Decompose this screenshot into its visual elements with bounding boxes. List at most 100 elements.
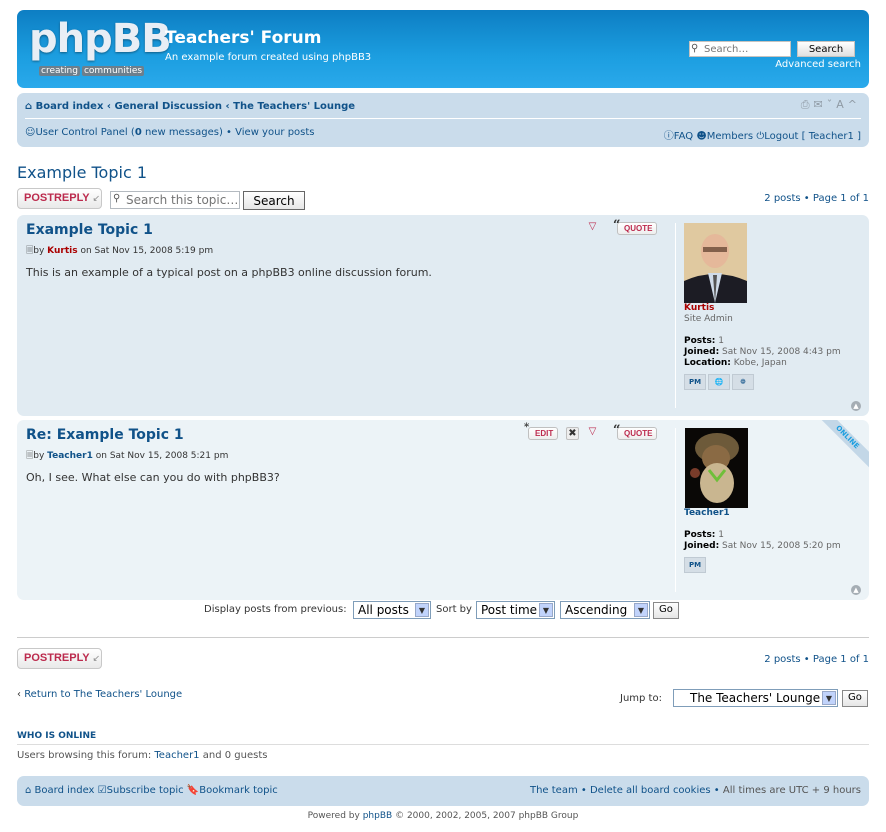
footer-board-index-link[interactable]: Board index: [35, 785, 95, 796]
profile-username[interactable]: Teacher1: [684, 508, 730, 518]
joined-date: Sat Nov 15, 2008 4:43 pm: [722, 347, 841, 357]
header-search-button[interactable]: Search: [797, 41, 855, 57]
who-is-online-text: Users browsing this forum: Teacher1 and …: [17, 750, 267, 761]
print-icon[interactable]: ⎙: [801, 98, 814, 111]
phpbb-logo[interactable]: phpBB creating communities: [29, 16, 172, 80]
avatar[interactable]: [684, 428, 749, 508]
divider: [17, 744, 869, 745]
edit-label: EDIT: [535, 429, 554, 438]
jump-to-select[interactable]: The Teachers' Lounge ▼: [673, 689, 838, 707]
edit-button[interactable]: * EDIT: [524, 422, 559, 440]
post: Example Topic 1 🗏by Kurtis on Sat Nov 15…: [17, 215, 869, 416]
breadcrumb-teachers-lounge[interactable]: The Teachers' Lounge: [233, 101, 355, 112]
faq-icon: ⓘ: [663, 131, 674, 142]
sort-direction-value: Ascending: [565, 603, 628, 617]
breadcrumb-board-index[interactable]: Board index: [36, 101, 104, 112]
quote-button[interactable]: “QUOTE: [613, 423, 658, 440]
faq-link[interactable]: FAQ: [674, 131, 693, 142]
pagination-bottom: 2 posts • Page 1 of 1: [764, 654, 869, 665]
profile-username[interactable]: Kurtis: [684, 303, 714, 313]
delete-cookies-link[interactable]: Delete all board cookies: [590, 785, 711, 796]
jump-go-button[interactable]: Go: [842, 690, 868, 707]
post-date: Sat Nov 15, 2008 5:21 pm: [109, 451, 229, 461]
post-author[interactable]: Kurtis: [47, 246, 77, 256]
avatar[interactable]: [684, 223, 747, 303]
site-title: Teachers' Forum: [165, 28, 322, 48]
post: ONLINE Re: Example Topic 1 🗏by Teacher1 …: [17, 420, 869, 600]
advanced-search-link[interactable]: Advanced search: [775, 59, 861, 70]
new-messages-count[interactable]: 0: [135, 127, 142, 138]
topic-search-button[interactable]: Search: [243, 191, 305, 210]
the-team-link[interactable]: The team: [530, 785, 578, 796]
home-icon: ⌂: [25, 785, 32, 796]
report-icon[interactable]: ▽: [586, 221, 599, 234]
icq-icon[interactable]: ❁: [732, 374, 754, 390]
breadcrumb-separator: ‹: [225, 101, 230, 112]
post-reply-button-top[interactable]: POSTREPLY ↙: [17, 188, 102, 209]
who-is-online-heading[interactable]: WHO IS ONLINE: [17, 731, 96, 741]
report-icon[interactable]: ▽: [586, 426, 599, 439]
logo-tagline-1: creating: [39, 66, 80, 76]
copyright-text: © 2000, 2002, 2005, 2007 phpBB Group: [395, 811, 579, 821]
font-size-toggle[interactable]: ˇA^: [827, 98, 861, 111]
ucp-link[interactable]: User Control Panel: [35, 127, 127, 138]
jump-to-value: The Teachers' Lounge: [690, 691, 821, 705]
back-to-top-icon[interactable]: ▲: [851, 401, 861, 411]
subscribe-topic-link[interactable]: Subscribe topic: [107, 785, 184, 796]
page-tools: ⎙✉ˇA^: [801, 98, 861, 112]
logout-label: Logout: [764, 131, 799, 142]
chevron-down-icon: ▼: [415, 603, 429, 617]
topic-title[interactable]: Example Topic 1: [17, 163, 147, 182]
profile-rank: Site Admin: [684, 314, 733, 324]
chevron-down-icon: ▼: [539, 603, 553, 617]
quote-label: QUOTE: [624, 429, 653, 438]
search-icon: ⚲: [691, 43, 699, 54]
sort-go-button[interactable]: Go: [653, 602, 679, 619]
logo-tagline: creating communities: [39, 66, 146, 76]
topic-search-input[interactable]: [110, 191, 240, 209]
pm-icon[interactable]: PM: [684, 557, 706, 573]
navbar-divider: [25, 118, 861, 119]
logout-link[interactable]: Logout [ Teacher1 ]: [764, 131, 861, 142]
posts-count: 1: [718, 336, 725, 346]
view-your-posts-link[interactable]: View your posts: [235, 127, 314, 138]
bookmark-topic-link[interactable]: Bookmark topic: [199, 785, 278, 796]
members-link[interactable]: Members: [707, 131, 753, 142]
post-title[interactable]: Example Topic 1: [26, 222, 153, 238]
phpbb-link[interactable]: phpBB: [363, 811, 392, 821]
posts-label: Posts:: [684, 336, 716, 346]
online-suffix: and 0 guests: [202, 750, 268, 761]
sort-direction-select[interactable]: Ascending ▼: [560, 601, 650, 619]
new-messages-link[interactable]: new messages: [145, 127, 219, 138]
back-to-top-icon[interactable]: ▲: [851, 585, 861, 595]
return-to-forum-link[interactable]: Return to The Teachers' Lounge: [24, 689, 182, 700]
footer-navbar: ⌂ Board index ☑Subscribe topic 🔖Bookmark…: [17, 776, 869, 806]
delete-icon[interactable]: ✖: [566, 427, 579, 440]
email-icon[interactable]: ✉: [814, 98, 827, 111]
chevron-down-icon: ▼: [822, 691, 836, 705]
sort-by-select[interactable]: Post time ▼: [476, 601, 555, 619]
joined-label: Joined:: [684, 347, 720, 357]
header-search-input[interactable]: [689, 41, 791, 57]
joined-date: Sat Nov 15, 2008 5:20 pm: [722, 541, 841, 551]
post-date: Sat Nov 15, 2008 5:19 pm: [94, 246, 214, 256]
sort-by-value: Post time: [481, 603, 538, 617]
posts-count: 1: [718, 530, 725, 540]
quote-icon: “: [613, 218, 621, 233]
online-user-link[interactable]: Teacher1: [154, 750, 199, 761]
joined-label: Joined:: [684, 541, 720, 551]
chevron-down-icon: ▼: [634, 603, 648, 617]
website-icon[interactable]: 🌐: [708, 374, 730, 390]
post-reply-label-b: REPLY: [53, 192, 90, 204]
bookmark-icon: 🔖: [186, 785, 200, 796]
pm-icon[interactable]: PM: [684, 374, 706, 390]
post-author[interactable]: Teacher1: [47, 451, 93, 461]
navbar: ⌂ Board index ‹ General Discussion ‹ The…: [17, 93, 869, 147]
breadcrumb-general-discussion[interactable]: General Discussion: [115, 101, 223, 112]
quote-button[interactable]: “QUOTE: [613, 218, 658, 235]
post-reply-button-bottom[interactable]: POSTREPLY ↙: [17, 648, 102, 669]
post-reply-label-a: POST: [24, 652, 54, 664]
post-title[interactable]: Re: Example Topic 1: [26, 427, 184, 443]
display-posts-select[interactable]: All posts ▼: [353, 601, 431, 619]
search-icon: ⚲: [113, 193, 121, 204]
